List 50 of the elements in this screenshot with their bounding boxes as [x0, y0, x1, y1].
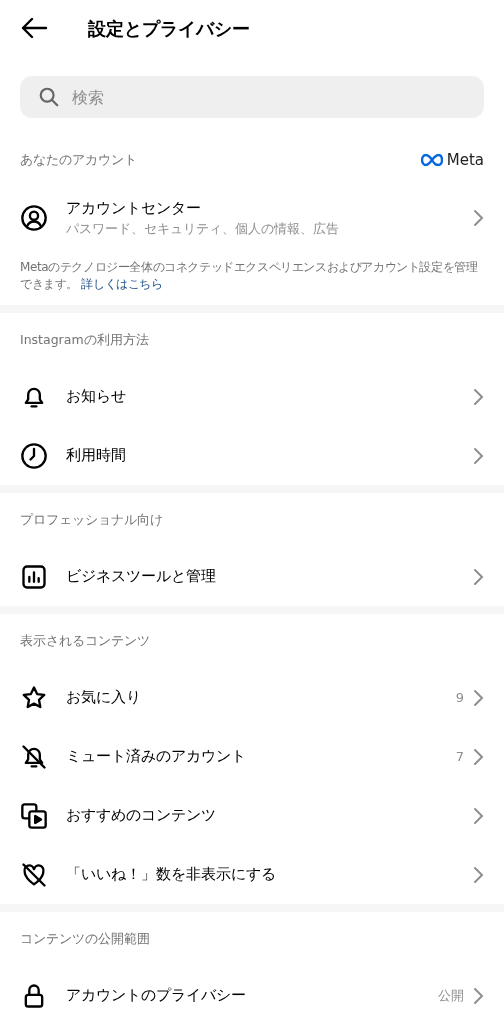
chevron-right-icon: [472, 387, 484, 406]
chevron-right-icon: [472, 865, 484, 884]
chevron-right-icon: [472, 209, 484, 227]
section-header: Instagramの利用方法: [20, 331, 149, 349]
settings-row[interactable]: お気に入り 9: [0, 668, 504, 727]
muted-bell-icon: [20, 742, 48, 771]
row-value: 7: [455, 747, 464, 766]
section-header: 表示されるコンテンツ: [20, 632, 150, 650]
clock-icon: [20, 441, 48, 470]
row-label: アカウントセンター: [66, 198, 202, 218]
section-header: あなたのアカウント: [20, 151, 137, 169]
section-header: プロフェッショナル向け: [20, 511, 163, 529]
chevron-right-icon: [472, 688, 484, 707]
bar-chart-icon: [20, 562, 48, 591]
chevron-right-icon: [472, 446, 484, 465]
profile-icon: [20, 204, 48, 232]
chevron-right-icon: [472, 567, 484, 586]
settings-row[interactable]: おすすめのコンテンツ: [0, 786, 504, 845]
search-icon: [38, 86, 60, 108]
back-arrow-icon[interactable]: [20, 16, 48, 40]
chevron-right-icon: [472, 747, 484, 766]
page-title: 設定とプライバシー: [88, 16, 250, 41]
settings-row[interactable]: 「いいね！」数を非表示にする: [0, 845, 504, 904]
settings-row[interactable]: ミュート済みのアカウント 7: [0, 727, 504, 786]
row-subtitle: パスワード、セキュリティ、個人の情報、広告: [66, 219, 340, 238]
settings-row[interactable]: アカウントのプライバシー 公開: [0, 966, 504, 1024]
row-label: お知らせ: [66, 386, 127, 406]
row-label: アカウントのプライバシー: [66, 985, 247, 1005]
settings-row[interactable]: お知らせ: [0, 367, 504, 426]
settings-row[interactable]: ビジネスツールと管理: [0, 547, 504, 606]
brand-name: Meta: [446, 150, 484, 170]
search-field[interactable]: 検索: [20, 76, 484, 118]
settings-row[interactable]: アカウントセンター パスワード、セキュリティ、個人の情報、広告: [0, 187, 504, 249]
row-label: 「いいね！」数を非表示にする: [66, 864, 277, 884]
crossed-heart-icon: [20, 860, 48, 889]
media-icon: [20, 801, 48, 830]
row-label: 利用時間: [66, 445, 127, 465]
section-header: コンテンツの公開範囲: [20, 930, 150, 948]
row-label: ビジネスツールと管理: [66, 566, 217, 586]
chevron-right-icon: [472, 986, 484, 1005]
chevron-right-icon: [472, 806, 484, 825]
settings-row[interactable]: 利用時間: [0, 426, 504, 485]
infinity-logo-icon: [420, 154, 443, 166]
row-label: おすすめのコンテンツ: [66, 805, 217, 825]
row-label: ミュート済みのアカウント: [66, 746, 247, 766]
row-value: 9: [455, 688, 464, 707]
row-label: お気に入り: [66, 687, 142, 707]
description-text: Metaのテクノロジー全体のコネクテッドエクスペリエンスおよびアカウント設定を管理できます。 詳しくはこちら: [19, 259, 479, 293]
row-value: 公開: [438, 986, 464, 1005]
learn-more-link[interactable]: 詳しくはこちら: [81, 277, 163, 291]
